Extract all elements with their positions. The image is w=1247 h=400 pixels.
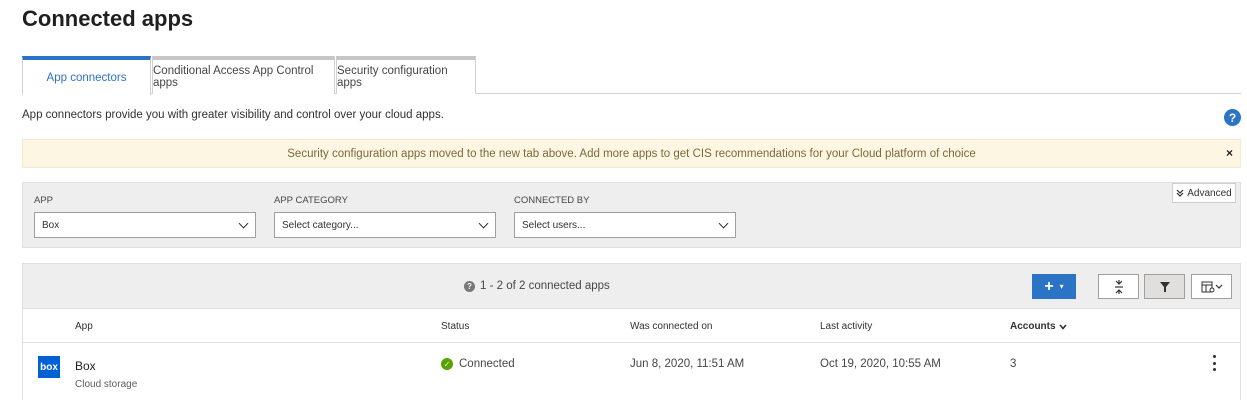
table-header: App Status Was connected on Last activit…	[23, 309, 1240, 343]
column-header-status[interactable]: Status	[441, 321, 469, 332]
page-title: Connected apps	[22, 6, 194, 31]
check-circle-icon: ✓	[441, 358, 453, 370]
filter-toggle-button[interactable]	[1144, 274, 1185, 299]
app-category: Cloud storage	[75, 379, 138, 390]
add-app-button[interactable]: + ▾	[1032, 274, 1076, 299]
column-settings-icon	[1201, 281, 1222, 292]
filter-icon	[1159, 281, 1170, 292]
status-text: Connected	[459, 358, 515, 370]
chevron-down-icon	[718, 218, 729, 229]
tab-security-configuration-apps[interactable]: Security configuration apps	[336, 56, 476, 94]
app-filter-value: Box	[42, 219, 60, 231]
sort-chevron-down-icon	[1058, 323, 1067, 330]
question-circle-icon[interactable]: ?	[1224, 109, 1241, 126]
last-activity-cell: Oct 19, 2020, 10:55 AM	[820, 358, 941, 370]
chevron-down-icon	[478, 218, 489, 229]
advanced-filter-button[interactable]: Advanced	[1172, 183, 1236, 203]
category-filter-select[interactable]: Select category...	[274, 212, 496, 238]
chevron-down-icon	[238, 218, 249, 229]
connected-by-filter-select[interactable]: Select users...	[514, 212, 736, 238]
column-header-accounts-label: Accounts	[1010, 321, 1056, 332]
column-header-app[interactable]: App	[75, 321, 93, 332]
tab-bar: App connectors Conditional Access App Co…	[22, 56, 1241, 95]
banner-text: Security configuration apps moved to the…	[287, 147, 976, 160]
question-circle-icon[interactable]: ?	[464, 280, 475, 292]
column-header-connected-on[interactable]: Was connected on	[630, 321, 712, 332]
accounts-cell: 3	[1010, 358, 1017, 370]
tab-conditional-access-app-control[interactable]: Conditional Access App Control apps	[152, 56, 335, 94]
info-banner: Security configuration apps moved to the…	[22, 139, 1241, 168]
app-filter-select[interactable]: Box	[34, 212, 256, 238]
double-chevron-down-icon	[1176, 189, 1184, 197]
close-icon[interactable]: ×	[1226, 146, 1233, 160]
caret-down-icon: ▾	[1059, 282, 1064, 291]
collapse-rows-button[interactable]	[1098, 274, 1139, 299]
column-header-accounts[interactable]: Accounts	[1010, 321, 1067, 332]
page-description: App connectors provide you with greater …	[22, 109, 444, 121]
filter-panel: APP Box APP CATEGORY Select category... …	[22, 182, 1241, 248]
app-name[interactable]: Box	[75, 359, 96, 373]
record-count: ? 1 - 2 of 2 connected apps	[464, 280, 610, 292]
status-cell: ✓ Connected	[441, 358, 515, 370]
table-row[interactable]: box Box Cloud storage ✓ Connected Jun 8,…	[23, 343, 1240, 400]
connected-on-cell: Jun 8, 2020, 11:51 AM	[630, 358, 745, 370]
category-filter-value: Select category...	[282, 219, 359, 231]
category-filter-label: APP CATEGORY	[274, 195, 348, 206]
plus-icon: +	[1044, 277, 1054, 295]
column-settings-button[interactable]	[1191, 274, 1232, 299]
apps-table: ? 1 - 2 of 2 connected apps + ▾ App Stat…	[22, 263, 1241, 400]
table-toolbar: ? 1 - 2 of 2 connected apps + ▾	[23, 264, 1240, 309]
connected-by-filter-label: CONNECTED BY	[514, 195, 590, 206]
more-vertical-icon[interactable]	[1213, 355, 1217, 371]
app-filter-label: APP	[34, 195, 54, 206]
collapse-rows-icon	[1114, 279, 1123, 294]
tab-app-connectors[interactable]: App connectors	[22, 56, 151, 95]
box-logo: box	[38, 356, 60, 378]
column-header-last-activity[interactable]: Last activity	[820, 321, 872, 332]
connected-by-filter-value: Select users...	[522, 219, 586, 231]
advanced-label: Advanced	[1187, 187, 1232, 199]
record-count-text: 1 - 2 of 2 connected apps	[480, 280, 610, 292]
